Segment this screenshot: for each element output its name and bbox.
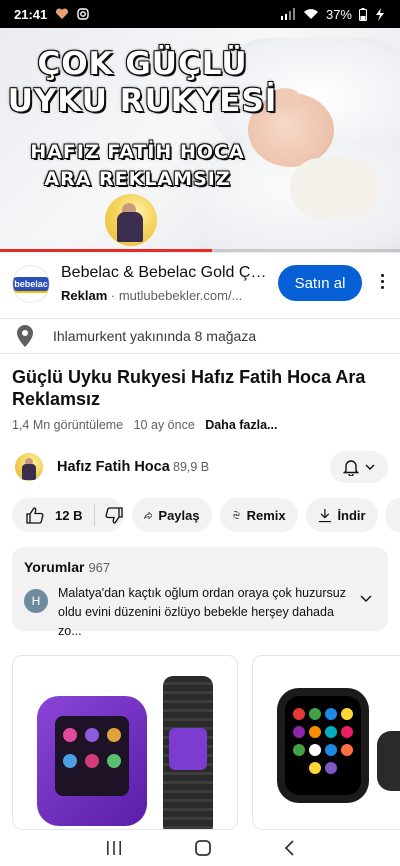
home-icon[interactable] [194,839,212,857]
ad-label: Reklam [61,288,108,303]
video-progress-bar[interactable] [0,249,400,252]
thumbs-up-icon [26,506,44,524]
video-meta[interactable]: 1,4 Mn görüntüleme 10 ay önce Daha fazla… [12,418,277,432]
more-actions-button[interactable] [385,498,400,532]
notification-bell-button[interactable] [330,451,388,483]
store-locator[interactable]: Ihlamurkent yakınında 8 mağaza [0,318,400,354]
ad-banner[interactable]: bebelac Bebelac & Bebelac Gold Çocuk Dev… [0,256,400,314]
ad-separator: · [110,288,116,303]
commenter-avatar: H [24,589,48,613]
location-pin-icon [17,325,33,347]
video-overlay-avatar [105,194,157,246]
bell-icon [343,459,359,476]
charging-icon [376,7,384,21]
channel-row[interactable]: Hafız Fatih Hoca 89,9 B [0,448,400,488]
ad-subtitle[interactable]: Reklam · mutlubebekler.com/... [61,288,266,303]
status-bar: 21:41 37% [0,0,400,28]
download-label: İndir [337,507,366,523]
battery-icon [359,7,367,21]
thumbnail-baby-body [290,158,380,218]
watch-strap-image [163,676,213,829]
view-count: 1,4 Mn görüntüleme [12,418,124,432]
more-options-icon[interactable] [374,274,390,294]
video-overlay-line4: ARA REKLAMSIZ [44,168,231,190]
comments-panel[interactable]: Yorumlar 967 H Malatya'dan kaçtık oğlum o… [12,547,388,638]
kids-smartwatch-image [37,696,147,826]
remix-label: Remix [246,507,286,523]
video-overlay-line1: ÇOK GÜÇLÜ [37,46,248,82]
action-bar: 12 B Paylaş Remix İndir [12,498,400,532]
ad-domain: mutlubebekler.com/... [118,288,243,303]
product-card[interactable] [252,655,400,830]
more-link[interactable]: Daha fazla... [205,418,277,432]
download-icon [318,508,331,522]
dislike-button[interactable] [95,506,124,524]
comments-count: 967 [88,560,111,575]
ad-logo: bebelac [12,265,50,303]
back-icon[interactable] [283,839,295,857]
remix-icon [233,511,239,519]
clock: 21:41 [14,6,48,22]
battery-percent: 37% [325,6,352,22]
top-comment-text: Malatya'dan kaçtık oğlum ordan oraya çok… [58,586,346,638]
remix-button[interactable]: Remix [219,498,298,532]
ad-title[interactable]: Bebelac & Bebelac Gold Çocuk Devam Sütü [61,264,268,282]
share-label: Paylaş [158,507,200,523]
video-overlay-line2: UYKU RUKYESİ [7,83,278,119]
video-overlay-line3: HAFIZ FATİH HOCA [30,141,245,163]
share-button[interactable]: Paylaş [131,498,212,532]
video-player[interactable]: ÇOK GÜÇLÜ UYKU RUKYESİ HAFIZ FATİH HOCA … [0,28,400,253]
comments-heading: Yorumlar 967 [24,559,110,575]
signal-icon [280,8,295,20]
wifi-icon [303,9,318,19]
product-shelf [12,655,400,830]
heart-notification-icon [56,8,69,19]
video-title[interactable]: Güçlü Uyku Rukyesi Hafız Fatih Hoca Ara … [12,366,372,410]
instagram-notification-icon [77,8,89,20]
like-button[interactable]: 12 B [26,504,96,526]
smartwatch-image [277,688,369,803]
like-dislike-button[interactable]: 12 B [12,498,124,532]
thumbs-down-icon [106,506,124,524]
comments-title: Yorumlar [24,559,85,575]
subscriber-count: 89,9 B [173,460,210,474]
expand-comments-icon[interactable] [360,595,372,603]
buy-button[interactable]: Satın al [278,265,362,301]
ad-logo-text: bebelac [13,277,49,291]
recent-apps-icon[interactable] [105,840,123,856]
download-button[interactable]: İndir [305,498,378,532]
store-text: Ihlamurkent yakınında 8 mağaza [53,328,257,344]
earbuds-image [377,731,400,791]
video-progress-fill [0,249,212,252]
upload-age: 10 ay önce [133,418,195,432]
share-icon [143,511,153,519]
product-card[interactable] [12,655,238,830]
chevron-down-icon [365,464,375,470]
system-nav-bar [0,830,400,866]
channel-name[interactable]: Hafız Fatih Hoca [57,459,170,475]
like-count: 12 B [55,507,83,523]
channel-avatar[interactable] [15,453,43,481]
